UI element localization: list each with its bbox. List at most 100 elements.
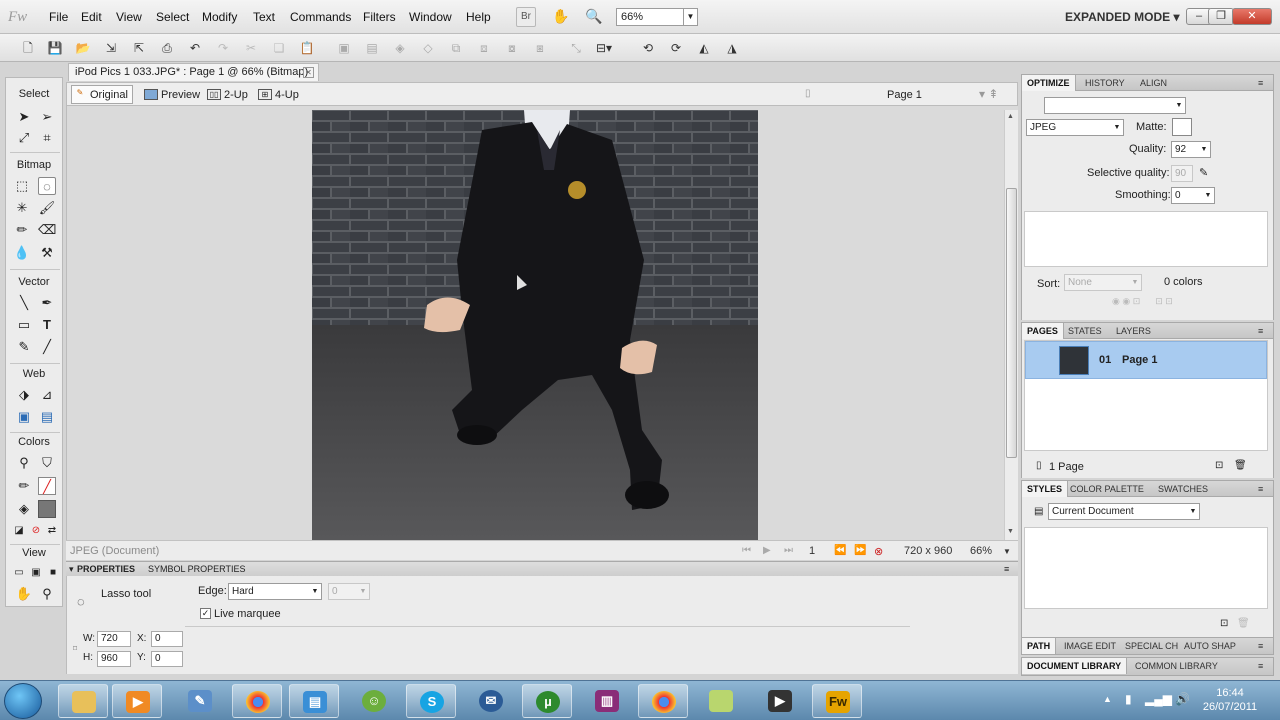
panel-menu-icon[interactable]: ≡	[1004, 564, 1009, 574]
matte-swatch[interactable]	[1172, 118, 1192, 136]
tab-states[interactable]: STATES	[1068, 326, 1102, 336]
scroll-down-icon[interactable]: ▼	[1007, 528, 1014, 535]
prev-frame-icon[interactable]: ⏪	[834, 545, 846, 556]
group-icon[interactable]: ▣	[336, 40, 352, 56]
lasso-tool-icon[interactable]: ◌	[38, 177, 56, 195]
taskbar-skype[interactable]: S	[406, 684, 456, 718]
network-icon[interactable]: ▂▄▆	[1145, 692, 1172, 706]
tab-styles[interactable]: STYLES	[1022, 481, 1069, 497]
delete-page-icon[interactable]: 🗑	[1234, 460, 1247, 471]
taskbar-chrome-2[interactable]	[638, 684, 688, 718]
menu-edit[interactable]: Edit	[81, 10, 102, 24]
height-input[interactable]: 960	[97, 651, 131, 667]
page-selector[interactable]: Page 1	[887, 89, 922, 101]
panel-menu-icon[interactable]: ≡	[1258, 484, 1263, 494]
quality-select[interactable]: 92 ▼	[1171, 141, 1211, 158]
redo-icon[interactable]: ↷	[215, 40, 231, 56]
last-frame-icon[interactable]: ⏭	[784, 545, 793, 556]
delete-style-icon[interactable]: 🗑	[1237, 618, 1250, 629]
tab-preview[interactable]: Preview	[143, 87, 200, 103]
ungroup-icon[interactable]: ▤	[364, 40, 380, 56]
standard-screen-icon[interactable]: ▭	[10, 564, 28, 582]
hand-tool-icon[interactable]: ✋	[15, 585, 33, 603]
new-page-icon[interactable]: ⊡	[1215, 460, 1223, 471]
subselect-tool-icon[interactable]: ➢	[38, 108, 56, 126]
tab-properties[interactable]: PROPERTIES	[77, 564, 135, 574]
new-style-icon[interactable]: ⊡	[1220, 618, 1228, 629]
styles-library-select[interactable]: Current Document ▼	[1048, 503, 1200, 520]
zoom-tool-icon[interactable]: ⚲	[38, 585, 56, 603]
collapse-icon[interactable]: ▾	[69, 564, 74, 575]
pencil-tool-icon[interactable]: ✏	[13, 221, 31, 239]
menu-select[interactable]: Select	[156, 10, 189, 24]
convert-icon[interactable]: ⤡	[568, 40, 584, 56]
taskbar-explorer[interactable]	[58, 684, 108, 718]
close-window-button[interactable]: ✕	[1232, 8, 1272, 25]
hand-icon[interactable]: ✋	[551, 7, 571, 27]
tab-common-library[interactable]: COMMON LIBRARY	[1135, 661, 1218, 671]
volume-icon[interactable]: 🔊	[1175, 692, 1190, 706]
y-input[interactable]: 0	[151, 651, 183, 667]
tab-pages[interactable]: PAGES	[1022, 323, 1064, 339]
undo-icon[interactable]: ↶	[187, 40, 203, 56]
taskbar-media-player[interactable]: ▶	[112, 684, 162, 718]
new-document-icon[interactable]: 🗋	[20, 40, 36, 56]
system-clock[interactable]: 16:44 26/07/2011	[1195, 686, 1265, 714]
rectangle-tool-icon[interactable]: ▭	[15, 316, 33, 334]
menu-filters[interactable]: Filters	[363, 10, 396, 24]
play-icon[interactable]: ▶	[763, 545, 771, 556]
taskbar-fireworks[interactable]: Fw	[812, 684, 862, 718]
status-zoom[interactable]: 66%	[970, 545, 992, 557]
document-dimensions[interactable]: 720 x 960	[904, 545, 952, 557]
x-input[interactable]: 0	[151, 631, 183, 647]
first-frame-icon[interactable]: ⏮	[742, 545, 751, 556]
default-colors-icon[interactable]: ◪	[10, 522, 28, 540]
sort-select[interactable]: None ▼	[1064, 274, 1142, 291]
menu-text[interactable]: Text	[253, 10, 275, 24]
width-input[interactable]: 720	[97, 631, 131, 647]
taskbar-messenger[interactable]: ☺	[349, 684, 399, 718]
export-icon[interactable]: ⇱	[131, 40, 147, 56]
taskbar-winrar[interactable]: ▥	[582, 684, 632, 718]
battery-icon[interactable]: ▮	[1125, 692, 1132, 706]
pen-tool-icon[interactable]: ✒	[38, 294, 56, 312]
taskbar-thunderbird[interactable]: ✉	[466, 684, 516, 718]
restore-button[interactable]: ❐	[1208, 8, 1234, 25]
flip-vertical-icon[interactable]: ◮	[724, 40, 740, 56]
blur-tool-icon[interactable]: 💧	[13, 244, 31, 262]
full-screen-menu-icon[interactable]: ▣	[27, 564, 45, 582]
flip-horizontal-icon[interactable]: ◭	[696, 40, 712, 56]
menu-modify[interactable]: Modify	[202, 10, 237, 24]
join-icon[interactable]: ◈	[392, 40, 408, 56]
tab-align[interactable]: ALIGN	[1140, 78, 1167, 88]
tab-original[interactable]: ✎ Original	[71, 85, 133, 104]
slice-tool-icon[interactable]: ⊿	[38, 386, 56, 404]
tab-special-characters[interactable]: SPECIAL CH	[1125, 641, 1178, 651]
tab-path[interactable]: PATH	[1022, 638, 1057, 654]
menu-help[interactable]: Help	[466, 10, 491, 24]
bridge-button[interactable]: Br	[516, 7, 536, 27]
start-button[interactable]	[4, 683, 42, 719]
hide-slices-icon[interactable]: ▣	[15, 408, 33, 426]
show-slices-icon[interactable]: ▤	[38, 408, 56, 426]
taskbar-paint[interactable]: ✎	[175, 684, 225, 718]
tab-optimize[interactable]: OPTIMIZE	[1022, 75, 1076, 91]
edit-icon[interactable]: ✎	[1199, 166, 1208, 179]
import-icon[interactable]: ⇲	[103, 40, 119, 56]
vertical-scrollbar[interactable]: ▲ ▼	[1004, 110, 1018, 540]
stroke-color-icon[interactable]: ✏	[15, 477, 33, 495]
taskbar-utorrent[interactable]: µ	[522, 684, 572, 718]
tab-symbol-properties[interactable]: SYMBOL PROPERTIES	[148, 564, 246, 574]
live-marquee-checkbox[interactable]: ✓	[200, 608, 211, 619]
scrollbar-thumb[interactable]	[1006, 188, 1017, 458]
split-icon[interactable]: ◇	[420, 40, 436, 56]
save-icon[interactable]: 💾	[47, 40, 63, 56]
close-icon[interactable]: ✕	[303, 67, 314, 78]
fill-color-swatch[interactable]	[38, 500, 56, 518]
brush-tool-icon[interactable]: 🖌	[38, 199, 56, 217]
page-list-item[interactable]: 01 Page 1	[1025, 341, 1267, 379]
chevron-down-icon[interactable]: ▼	[1003, 547, 1011, 556]
open-icon[interactable]: 📂	[75, 40, 91, 56]
taskbar-video[interactable]: ▶	[755, 684, 805, 718]
optimize-preset-select[interactable]: ▼	[1044, 97, 1186, 114]
